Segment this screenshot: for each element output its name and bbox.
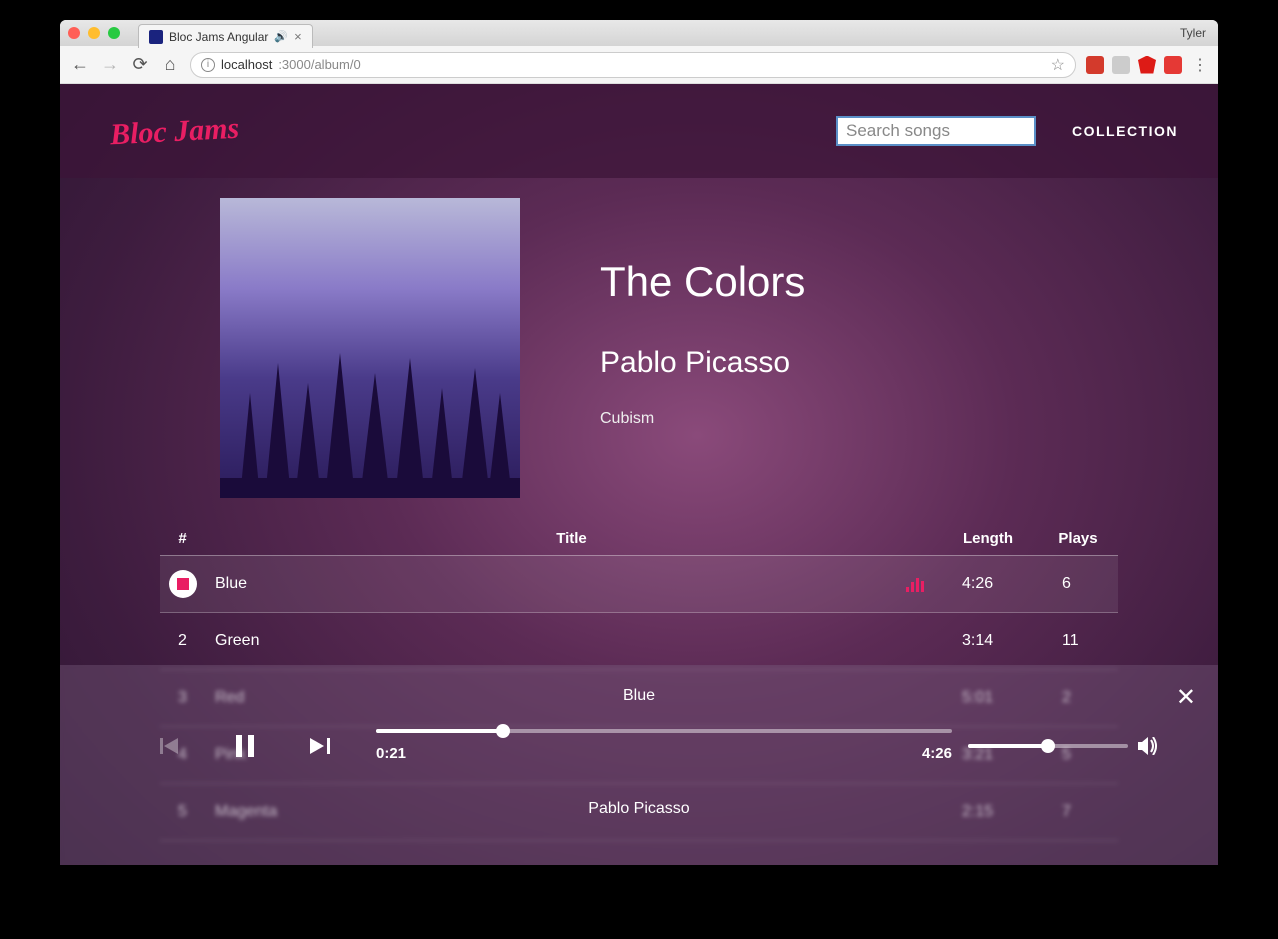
now-playing-icon [906, 577, 924, 592]
extension-icon[interactable] [1112, 56, 1130, 74]
favicon-icon [149, 30, 163, 44]
elapsed-time: 0:21 [376, 745, 406, 762]
volume-fill [968, 744, 1048, 748]
close-window-button[interactable] [68, 27, 80, 39]
maximize-window-button[interactable] [108, 27, 120, 39]
search-placeholder: Search songs [846, 121, 950, 141]
forward-button[interactable]: → [100, 55, 120, 75]
extension-icons [1086, 56, 1182, 74]
site-info-icon[interactable]: i [201, 58, 215, 72]
seek-bar[interactable] [376, 729, 952, 733]
adblock-extension-icon[interactable] [1086, 56, 1104, 74]
volume-area [968, 737, 1158, 755]
angular-extension-icon[interactable] [1138, 56, 1156, 74]
total-time: 4:26 [922, 745, 952, 762]
seek-thumb[interactable] [496, 724, 510, 738]
player-song-title: Blue [60, 665, 1218, 705]
extension-icon[interactable] [1164, 56, 1182, 74]
audio-indicator-icon[interactable]: 🔊 [274, 30, 288, 43]
player-close-button[interactable]: ✕ [1176, 683, 1196, 712]
back-button[interactable]: ← [70, 55, 90, 75]
minimize-window-button[interactable] [88, 27, 100, 39]
seek-times: 0:21 4:26 [376, 745, 952, 762]
url-host: localhost [221, 57, 272, 72]
browser-tab[interactable]: Bloc Jams Angular 🔊 × [138, 24, 313, 48]
bookmark-star-icon[interactable]: ☆ [1051, 55, 1065, 75]
track-header-row: # Title Length Plays [160, 522, 1118, 556]
album-artist: Pablo Picasso [600, 346, 805, 380]
track-title: Blue [205, 575, 938, 593]
track-length: 4:26 [938, 575, 1038, 593]
tab-close-button[interactable]: × [294, 29, 302, 44]
player-artist: Pablo Picasso [60, 762, 1218, 818]
browser-menu-button[interactable]: ⋮ [1192, 55, 1208, 75]
player-bar: ✕ Blue 0:21 [60, 665, 1218, 865]
track-number: 2 [160, 632, 205, 650]
track-title: Green [205, 632, 938, 650]
album-title: The Colors [600, 258, 805, 306]
volume-bar[interactable] [968, 744, 1128, 748]
window-controls [68, 27, 120, 39]
track-plays: 11 [1038, 632, 1118, 650]
browser-window: Bloc Jams Angular 🔊 × Tyler ← → ⟳ ⌂ i lo… [60, 20, 1218, 865]
page-content: Bloc Jams Search songs COLLECTION [60, 84, 1218, 865]
search-input[interactable]: Search songs [836, 116, 1036, 146]
track-plays: 6 [1038, 575, 1118, 593]
home-button[interactable]: ⌂ [160, 55, 180, 75]
album-label: Cubism [600, 410, 805, 428]
profile-label[interactable]: Tyler [1180, 26, 1206, 40]
browser-toolbar: ← → ⟳ ⌂ i localhost :3000/album/0 ☆ ⋮ [60, 46, 1218, 84]
header-number: # [160, 530, 205, 547]
previous-button[interactable] [160, 738, 180, 754]
navbar: Bloc Jams Search songs COLLECTION [60, 84, 1218, 178]
volume-icon[interactable] [1138, 737, 1158, 755]
next-button[interactable] [310, 738, 330, 754]
address-bar[interactable]: i localhost :3000/album/0 ☆ [190, 52, 1076, 78]
album-art [220, 198, 520, 498]
volume-thumb[interactable] [1041, 739, 1055, 753]
header-length: Length [938, 530, 1038, 547]
track-number [160, 570, 205, 598]
header-title: Title [205, 530, 938, 547]
logo[interactable]: Bloc Jams [109, 114, 239, 148]
collection-link[interactable]: COLLECTION [1072, 123, 1178, 139]
stop-button[interactable] [169, 570, 197, 598]
album-info: The Colors Pablo Picasso Cubism [600, 198, 805, 498]
track-length: 3:14 [938, 632, 1038, 650]
url-path: :3000/album/0 [278, 57, 360, 72]
album-art-trees [220, 333, 520, 498]
header-plays: Plays [1038, 530, 1118, 547]
seek-fill [376, 729, 503, 733]
tab-title: Bloc Jams Angular [169, 30, 268, 44]
seek-area: 0:21 4:26 [376, 729, 952, 762]
track-row[interactable]: Blue4:266 [160, 556, 1118, 613]
titlebar: Bloc Jams Angular 🔊 × Tyler [60, 20, 1218, 46]
player-controls: 0:21 4:26 [60, 705, 1218, 762]
pause-button[interactable] [236, 735, 254, 757]
reload-button[interactable]: ⟳ [130, 55, 150, 75]
album-section: The Colors Pablo Picasso Cubism [60, 178, 1218, 498]
track-row[interactable]: 2Green3:1411 [160, 613, 1118, 670]
